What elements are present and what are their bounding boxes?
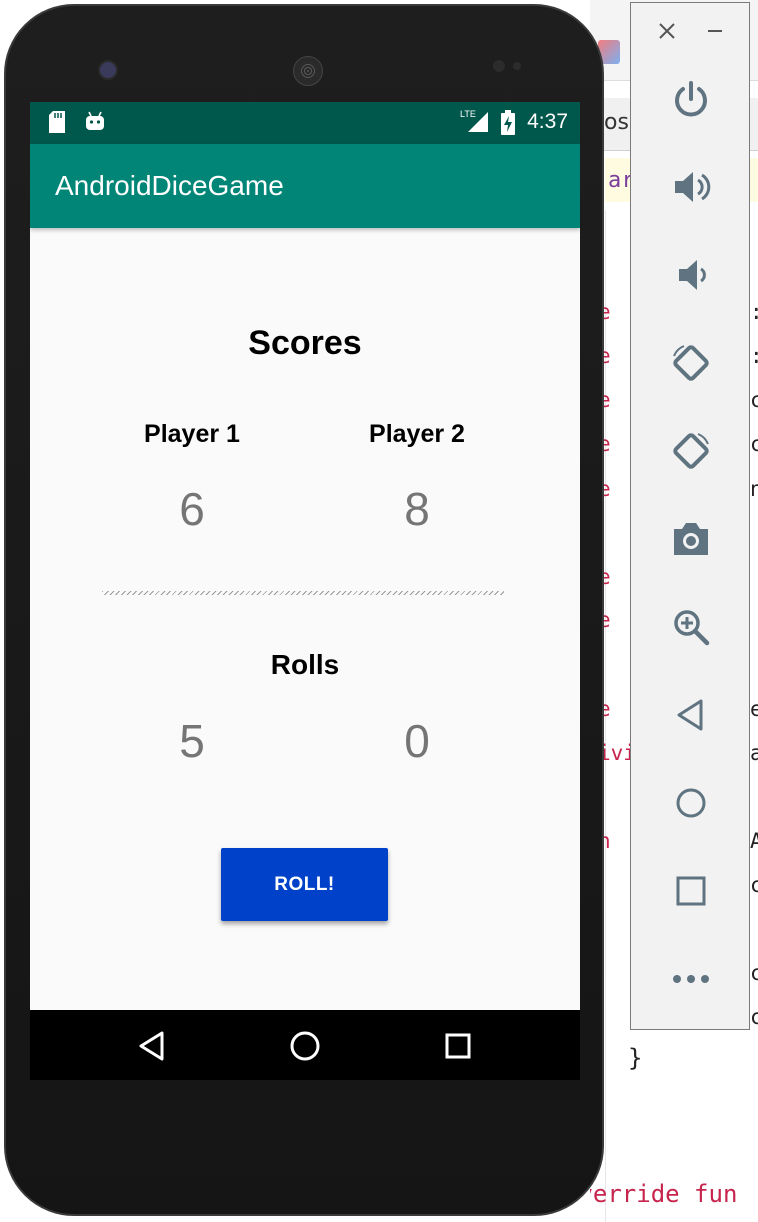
nav-home-icon[interactable] bbox=[285, 1026, 325, 1066]
code-fragment: : bbox=[750, 300, 758, 324]
code-fragment: c bbox=[750, 432, 758, 456]
speaker-grille-icon bbox=[293, 56, 323, 86]
status-bar: LTE 4:37 bbox=[30, 102, 580, 144]
roll-button[interactable]: ROLL! bbox=[221, 848, 388, 921]
navigation-bar bbox=[30, 1010, 580, 1080]
code-fragment: e bbox=[750, 697, 758, 721]
code-override-line: override fun bbox=[590, 1180, 738, 1208]
app-bar: AndroidDiceGame bbox=[30, 144, 580, 228]
rotate-right-icon[interactable] bbox=[661, 421, 721, 481]
sensor-icon bbox=[493, 60, 505, 72]
player1-score: 6 bbox=[179, 483, 205, 535]
more-icon[interactable] bbox=[661, 949, 721, 1009]
player2-rolls: 0 bbox=[404, 715, 430, 767]
svg-text:LTE: LTE bbox=[460, 109, 476, 119]
code-fragment: c bbox=[750, 1005, 758, 1029]
code-fragment: a bbox=[750, 741, 758, 765]
nav-overview-icon[interactable] bbox=[438, 1026, 478, 1066]
code-fragment: n bbox=[750, 477, 758, 501]
closing-brace: } bbox=[628, 1044, 643, 1072]
volume-up-icon[interactable] bbox=[661, 157, 721, 217]
minimize-icon[interactable] bbox=[701, 17, 729, 45]
player2-label: Player 2 bbox=[369, 420, 465, 448]
code-fragment: A bbox=[750, 829, 758, 853]
nav-back-icon[interactable] bbox=[132, 1026, 172, 1066]
status-time: 4:37 bbox=[527, 110, 568, 133]
code-fragment: c bbox=[750, 388, 758, 412]
sensor-icon bbox=[513, 62, 521, 70]
back-icon[interactable] bbox=[661, 685, 721, 745]
player1-label: Player 1 bbox=[144, 420, 240, 448]
overview-icon[interactable] bbox=[661, 861, 721, 921]
home-icon[interactable] bbox=[661, 773, 721, 833]
emulator-toolbar bbox=[630, 2, 750, 1030]
rotate-left-icon[interactable] bbox=[661, 333, 721, 393]
code-fragment: : bbox=[750, 344, 758, 368]
phone-frame: LTE 4:37 AndroidDiceGame Scores Player 1… bbox=[4, 4, 604, 1216]
app-title: AndroidDiceGame bbox=[55, 170, 284, 201]
lte-signal-icon: LTE bbox=[460, 108, 490, 139]
android-icon bbox=[84, 110, 106, 137]
power-icon[interactable] bbox=[661, 69, 721, 129]
player2-score: 8 bbox=[404, 483, 430, 535]
code-fragment: c bbox=[750, 873, 758, 897]
battery-charging-icon bbox=[500, 110, 516, 141]
camera-icon[interactable] bbox=[661, 509, 721, 569]
rolls-heading: Rolls bbox=[270, 649, 340, 680]
phone-screen: LTE 4:37 AndroidDiceGame Scores Player 1… bbox=[30, 102, 580, 1080]
player1-rolls: 5 bbox=[179, 715, 205, 767]
code-fragment: c bbox=[750, 961, 758, 985]
section-divider bbox=[102, 591, 504, 595]
volume-down-icon[interactable] bbox=[661, 245, 721, 305]
sd-card-icon bbox=[48, 110, 66, 139]
zoom-icon[interactable] bbox=[661, 597, 721, 657]
front-camera-icon bbox=[98, 60, 118, 80]
close-icon[interactable] bbox=[653, 17, 681, 45]
scores-heading: Scores bbox=[248, 324, 362, 362]
ide-tab-label[interactable]: os bbox=[604, 110, 629, 135]
